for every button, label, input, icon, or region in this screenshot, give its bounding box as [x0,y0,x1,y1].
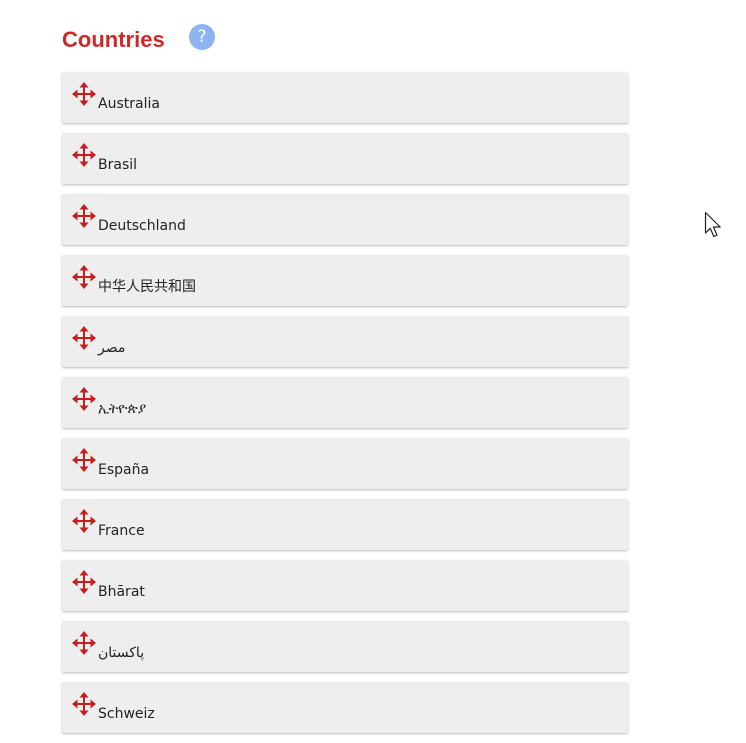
list-item[interactable]: Deutschland [62,194,628,245]
move-arrows-icon[interactable] [71,264,97,290]
list-item[interactable]: Bhārat [62,560,628,611]
help-icon[interactable]: ? [189,24,215,50]
move-arrows-icon[interactable] [71,203,97,229]
move-arrows-icon[interactable] [71,569,97,595]
list-item[interactable]: France [62,499,628,550]
list-item[interactable]: Schweiz [62,682,628,733]
country-sortable-list: Australia Brasil Deutschland 中华人民共和国 مصر ኢትዮጵ… [62,72,628,743]
country-label: 中华人民共和国 [98,279,196,295]
move-arrows-icon[interactable] [71,142,97,168]
country-label: Schweiz [98,706,155,722]
country-label: España [98,462,150,478]
list-item[interactable]: مصر [62,316,628,367]
page-title: Countries [62,27,165,52]
mouse-pointer-icon [704,211,721,238]
country-label: Australia [98,96,160,112]
country-label: پاکستان [98,645,145,661]
list-item[interactable]: 中华人民共和国 [62,255,628,306]
country-label: ኢትዮጵያ [98,401,147,417]
country-label: Bhārat [98,584,145,600]
list-item[interactable]: España [62,438,628,489]
country-label: Brasil [98,157,138,173]
country-label: France [98,523,145,539]
country-label: Deutschland [98,218,186,234]
list-item[interactable]: پاکستان [62,621,628,672]
move-arrows-icon[interactable] [71,508,97,534]
country-label: مصر [98,340,126,356]
move-arrows-icon[interactable] [71,386,97,412]
move-arrows-icon[interactable] [71,325,97,351]
move-arrows-icon[interactable] [71,630,97,656]
list-item[interactable]: ኢትዮጵያ [62,377,628,428]
move-arrows-icon[interactable] [71,81,97,107]
list-item[interactable]: Brasil [62,133,628,184]
list-item[interactable]: Australia [62,72,628,123]
move-arrows-icon[interactable] [71,691,97,717]
move-arrows-icon[interactable] [71,447,97,473]
